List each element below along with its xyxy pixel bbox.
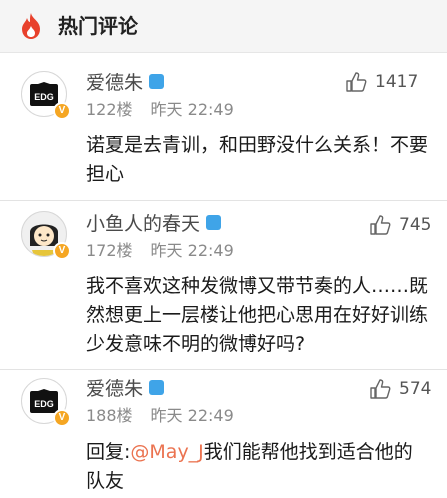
username-row: 小鱼人的春天 — [86, 212, 222, 236]
username[interactable]: 爱德朱 — [86, 378, 143, 400]
verified-badge: V — [53, 409, 71, 427]
floor-number: 188楼 — [86, 406, 133, 425]
comment-time: 昨天 22:49 — [150, 100, 234, 119]
like-button[interactable]: 1417 — [345, 70, 431, 94]
username[interactable]: 爱德朱 — [86, 72, 143, 94]
svg-text:EDG: EDG — [34, 399, 54, 409]
flame-icon — [22, 13, 40, 39]
male-gender-icon — [149, 74, 165, 89]
like-count: 574 — [399, 379, 432, 399]
male-gender-icon — [149, 380, 165, 395]
comment-item: EDG V 爱德朱 188楼 昨天 22:49 574 回复:@May_J我们能帮… — [0, 370, 447, 498]
thumbs-up-icon — [370, 379, 391, 399]
comment-time: 昨天 22:49 — [150, 406, 234, 425]
reply-prefix: 回复: — [86, 441, 131, 463]
comment-text: 诺夏是去青训，和田野没什么关系！不要担心 — [86, 134, 429, 185]
avatar[interactable]: EDG V — [21, 71, 71, 120]
comment-item: V 小鱼人的春天 172楼 昨天 22:49 745 我不喜欢这种发微博又带节奏的… — [0, 201, 447, 369]
page-title: 热门评论 — [58, 14, 138, 38]
username-row: 爱德朱 — [86, 377, 165, 401]
avatar[interactable]: V — [21, 211, 71, 260]
comment-meta: 172楼 昨天 22:49 — [86, 241, 234, 261]
username-row: 爱德朱 — [86, 71, 165, 95]
floor-number: 122楼 — [86, 100, 133, 119]
comment-text: 回复:@May_J我们能帮他找到适合他的队友 — [86, 438, 431, 496]
verified-badge: V — [53, 102, 71, 120]
comment-meta: 188楼 昨天 22:49 — [86, 406, 234, 426]
like-count: 745 — [399, 215, 432, 235]
thumbs-up-icon — [370, 215, 391, 235]
avatar[interactable]: EDG V — [21, 378, 71, 427]
comment-time: 昨天 22:49 — [150, 241, 234, 260]
like-count: 1417 — [375, 72, 419, 92]
svg-text:EDG: EDG — [34, 92, 54, 102]
thumbs-up-icon — [346, 72, 367, 92]
floor-number: 172楼 — [86, 241, 133, 260]
comment-meta: 122楼 昨天 22:49 — [86, 100, 234, 120]
comment-text: 我不喜欢这种发微博又带节奏的人……既然想更上一层楼让他把心思用在好好训练少发意味… — [86, 275, 429, 355]
like-button[interactable]: 745 — [369, 213, 431, 237]
username[interactable]: 小鱼人的春天 — [86, 213, 200, 235]
mention-link[interactable]: @May_J — [130, 441, 203, 463]
like-button[interactable]: 574 — [369, 377, 431, 401]
verified-badge: V — [53, 242, 71, 260]
comment-item: EDG V 爱德朱 122楼 昨天 22:49 1417 诺夏是去青训，和田野没什… — [0, 53, 447, 200]
male-gender-icon — [206, 215, 222, 230]
hot-comments-header: 热门评论 — [0, 0, 447, 53]
